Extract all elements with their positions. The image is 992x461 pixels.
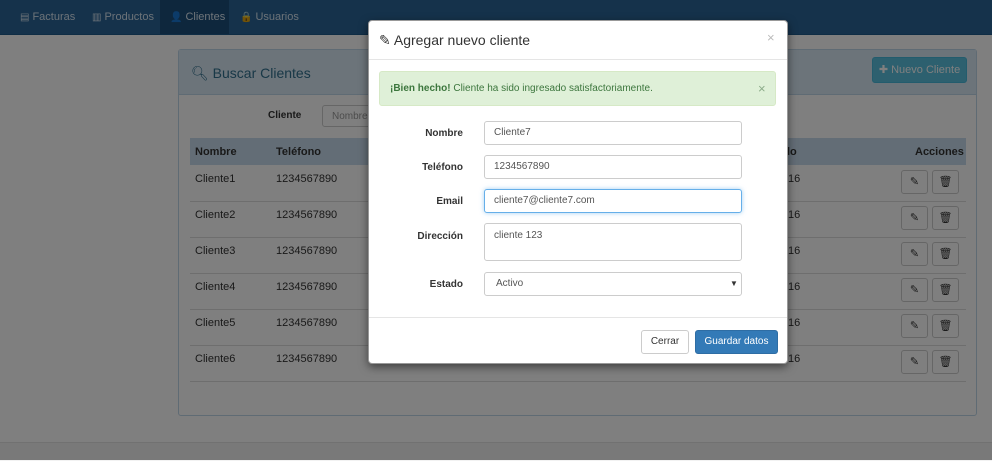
estado-selected-value: Activo <box>496 278 524 289</box>
nombre-field[interactable]: Cliente7 <box>484 121 742 145</box>
close-button[interactable]: Cerrar <box>641 330 689 354</box>
email-field[interactable]: cliente7@cliente7.com <box>484 189 742 213</box>
telefono-field[interactable]: 1234567890 <box>484 155 742 179</box>
modal-header: ✎ Agregar nuevo cliente × <box>369 21 787 60</box>
add-client-modal: ✎ Agregar nuevo cliente × ¡Bien hecho! C… <box>368 20 788 364</box>
success-alert: ¡Bien hecho! Cliente ha sido ingresado s… <box>379 71 776 106</box>
caret-down-icon: ▼ <box>730 279 738 288</box>
alert-message: ¡Bien hecho! Cliente ha sido ingresado s… <box>390 83 653 94</box>
alert-text: Cliente ha sido ingresado satisfactoriam… <box>450 83 653 94</box>
nombre-label: Nombre <box>425 128 463 139</box>
modal-title: ✎ Agregar nuevo cliente <box>379 32 530 49</box>
save-button[interactable]: Guardar datos <box>695 330 778 354</box>
modal-close-button[interactable]: × <box>767 30 775 45</box>
estado-select[interactable]: Activo ▼ <box>484 272 742 296</box>
modal-title-text: Agregar nuevo cliente <box>393 32 531 48</box>
direccion-textarea[interactable]: cliente 123 <box>484 223 742 261</box>
telefono-label: Teléfono <box>422 162 463 173</box>
modal-footer: Cerrar Guardar datos <box>369 317 787 364</box>
edit-icon: ✎ <box>379 32 391 48</box>
alert-close-button[interactable]: × <box>758 81 766 96</box>
email-label: Email <box>436 196 463 207</box>
alert-strong: ¡Bien hecho! <box>390 83 451 94</box>
direccion-label: Dirección <box>417 231 463 242</box>
estado-label: Estado <box>429 279 463 290</box>
